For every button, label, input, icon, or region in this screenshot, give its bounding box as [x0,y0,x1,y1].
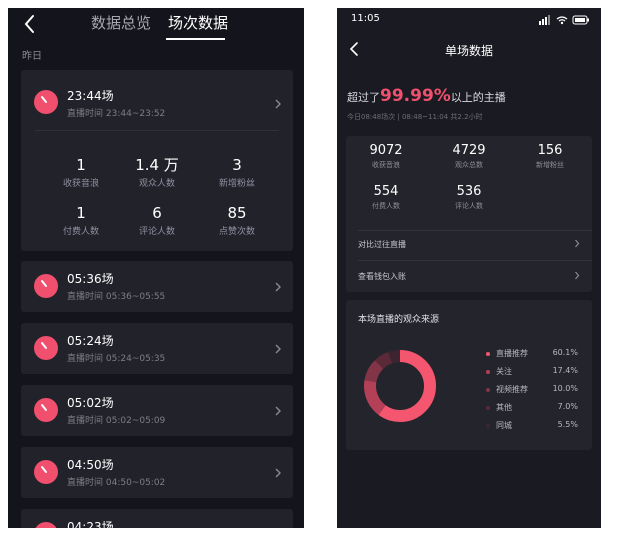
stat-item: 9072 收获音浪 [369,143,403,169]
legend-value: 17.4% [552,366,578,375]
single-session-screen: 11:05 单场数据 超过了99.99%以上的主播 今日08:48场次 | 08… [337,8,601,528]
chevron-right-icon [275,99,281,109]
divider [35,130,279,131]
gauge-icon [34,90,58,114]
page-title: 单场数据 [444,44,493,58]
stat-item: 1 付费人数 [62,204,99,237]
chevron-right-icon [275,282,281,292]
legend-name: 直播推荐 [496,349,528,358]
active-tab-underline [166,38,225,40]
compare-past-live-row[interactable]: 对比过往直播 [358,234,580,254]
chevron-right-icon [575,239,580,248]
session-time: 直播时间 05:02~05:09 [67,416,166,426]
tab-data-overview[interactable]: 数据总览 [91,12,151,33]
session-time: 直播时间 05:36~05:55 [67,292,166,302]
status-icons [539,15,589,25]
divider [358,260,592,261]
gauge-icon [34,398,58,422]
session-card[interactable]: 05:36场 直播时间 05:36~05:55 [21,261,293,312]
session-card[interactable]: 04:23场 [21,509,293,528]
source-title: 本场直播的观众来源 [358,315,440,325]
legend-name: 其他 [496,403,512,412]
chevron-right-icon [275,468,281,478]
legend-dot [486,370,490,374]
session-card[interactable]: 04:50场 直播时间 04:50~05:02 [21,447,293,498]
header: 数据总览 场次数据 [8,8,304,44]
chevron-right-icon [275,344,281,354]
legend-item: 直播推荐 60.1% [486,348,578,360]
session-card[interactable]: 05:24场 直播时间 05:24~05:35 [21,323,293,374]
stat-item: 536 评论人数 [455,184,483,210]
chevron-right-icon [275,406,281,416]
status-time: 11:05 [351,13,380,24]
stat-item: 3 新增粉丝 [218,156,255,189]
session-list-screen: 数据总览 场次数据 昨日 23:44场 直播时间 23:44~23:52 1 收获… [8,8,304,528]
session-time: 直播时间 05:24~05:35 [67,354,166,364]
session-title: 05:36场 [67,272,114,286]
session-time: 直播时间 04:50~05:02 [67,478,166,488]
stat-item: 1.4 万观众人数 [135,156,179,189]
legend-value: 5.5% [557,420,578,429]
legend-dot [486,406,490,410]
stat-item: 156 新增粉丝 [536,143,564,169]
legend-item: 同城 5.5% [486,420,578,432]
legend-dot [486,424,490,428]
chevron-right-icon [575,271,580,280]
session-title: 04:23场 [67,520,114,528]
legend-name: 关注 [496,367,512,376]
back-arrow-icon[interactable] [18,11,40,37]
session-meta: 今日08:48场次 | 08:48~11:04 共2.2小时 [347,113,483,121]
session-title: 05:02场 [67,396,114,410]
tab-session-data[interactable]: 场次数据 [168,12,228,33]
legend-item: 视频推荐 10.0% [486,384,578,396]
legend-dot [486,388,490,392]
gauge-icon [34,460,58,484]
legend-name: 视频推荐 [496,385,528,394]
session-title: 23:44场 [67,89,114,103]
legend-dot [486,352,490,356]
stats-card: 9072 收获音浪 4729 观众总数 156 新增粉丝 554 付费人数 536 评论人… [346,136,592,292]
gauge-icon [35,522,57,528]
session-title: 04:50场 [67,458,114,472]
session-card[interactable]: 05:02场 直播时间 05:02~05:09 [21,385,293,436]
ranking-text: 超过了99.99%以上的主播 [347,86,506,106]
gauge-icon [34,274,58,298]
stat-item: 85 点赞次数 [218,204,255,237]
legend-value: 60.1% [552,348,578,357]
featured-session-card[interactable]: 23:44场 直播时间 23:44~23:52 1 收获音浪 1.4 万观众人数 … [21,70,293,251]
wallet-income-row[interactable]: 查看钱包入账 [358,266,580,286]
stat-item: 4729 观众总数 [452,143,486,169]
legend-name: 同城 [496,421,512,430]
audience-source-card: 本场直播的观众来源 直播推荐 60.1% 关注 17.4% 视频推荐 10.0% 其他 7.0… [346,300,592,450]
session-title: 05:24场 [67,334,114,348]
legend-value: 7.0% [557,402,578,411]
stat-item: 554 付费人数 [372,184,400,210]
stat-item: 6 评论人数 [138,204,175,237]
divider [358,230,592,231]
gauge-icon [34,336,58,360]
ranking-percent: 99.99% [380,86,451,106]
legend-item: 关注 17.4% [486,366,578,378]
audience-source-donut [364,350,436,422]
section-label-yesterday: 昨日 [22,51,42,62]
session-time: 直播时间 23:44~23:52 [67,109,166,119]
legend-value: 10.0% [552,384,578,393]
legend-item: 其他 7.0% [486,402,578,414]
stat-item: 1 收获音浪 [62,156,99,189]
